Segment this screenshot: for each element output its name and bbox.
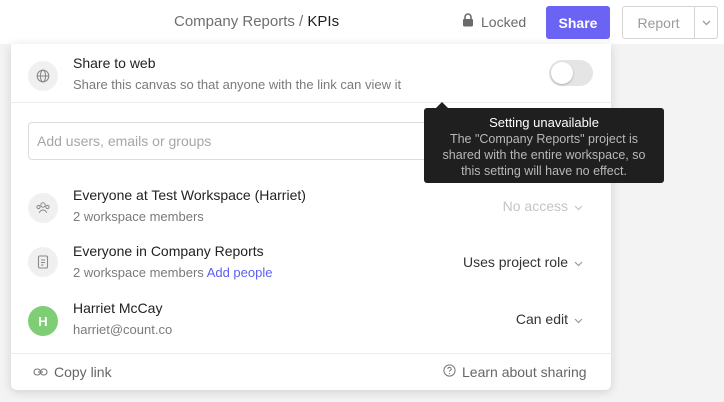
tooltip-title: Setting unavailable xyxy=(489,115,599,130)
chevron-down-icon xyxy=(574,254,583,270)
share-to-web-toggle[interactable] xyxy=(549,60,593,86)
breadcrumb-current: KPIs xyxy=(307,13,340,30)
copy-link-button[interactable]: Copy link xyxy=(33,364,112,380)
role-label: Can edit xyxy=(515,311,568,327)
breadcrumb-parent[interactable]: Company Reports xyxy=(174,13,295,30)
avatar: H xyxy=(28,306,58,336)
globe-icon xyxy=(28,61,58,91)
tooltip: Setting unavailable The "Company Reports… xyxy=(424,102,664,183)
breadcrumb-separator: / xyxy=(294,13,308,30)
share-button[interactable]: Share xyxy=(546,6,610,39)
lock-icon xyxy=(462,13,474,30)
link-icon xyxy=(33,364,48,380)
member-detail-row: 2 workspace members Add people xyxy=(73,265,272,280)
role-label: No access xyxy=(502,198,568,214)
locked-label: Locked xyxy=(481,13,527,30)
tooltip-arrow xyxy=(436,102,448,108)
share-panel: Share to web Share this canvas so that a… xyxy=(11,44,611,390)
locked-indicator[interactable]: Locked xyxy=(462,13,526,30)
chevron-down-icon xyxy=(574,198,583,214)
member-name: Everyone at Test Workspace (Harriet) xyxy=(73,187,306,203)
chevron-down-icon[interactable] xyxy=(694,7,717,38)
report-label: Report xyxy=(637,14,680,31)
chevron-down-icon xyxy=(574,311,583,327)
share-to-web-title: Share to web xyxy=(73,55,156,71)
share-to-web-description: Share this canvas so that anyone with th… xyxy=(73,77,402,92)
users-group-icon xyxy=(28,193,58,223)
top-bar: Company Reports / KPIs Locked Share Repo… xyxy=(0,0,724,44)
role-dropdown[interactable]: No access xyxy=(503,198,583,214)
add-people-link[interactable]: Add people xyxy=(207,265,273,280)
help-circle-icon xyxy=(443,364,456,380)
member-email: harriet@count.co xyxy=(73,322,173,337)
member-name: Harriet McCay xyxy=(73,300,163,316)
member-detail: 2 workspace members xyxy=(73,209,204,224)
role-dropdown[interactable]: Uses project role xyxy=(463,254,583,270)
copy-link-label: Copy link xyxy=(54,364,112,380)
toggle-knob xyxy=(551,62,573,84)
learn-about-sharing-link[interactable]: Learn about sharing xyxy=(443,364,587,380)
avatar-initial: H xyxy=(38,313,48,329)
document-icon xyxy=(28,247,58,277)
breadcrumb: Company Reports / KPIs xyxy=(174,13,339,30)
learn-about-sharing-label: Learn about sharing xyxy=(462,364,587,380)
tooltip-body: The "Company Reports" project is shared … xyxy=(442,132,646,178)
role-label: Uses project role xyxy=(462,254,568,270)
divider xyxy=(11,102,611,103)
role-dropdown[interactable]: Can edit xyxy=(516,311,583,327)
member-detail: 2 workspace members xyxy=(73,265,204,280)
divider xyxy=(11,353,611,354)
member-name: Everyone in Company Reports xyxy=(73,243,264,259)
report-button[interactable]: Report xyxy=(622,6,718,39)
add-users-input[interactable] xyxy=(28,122,448,160)
